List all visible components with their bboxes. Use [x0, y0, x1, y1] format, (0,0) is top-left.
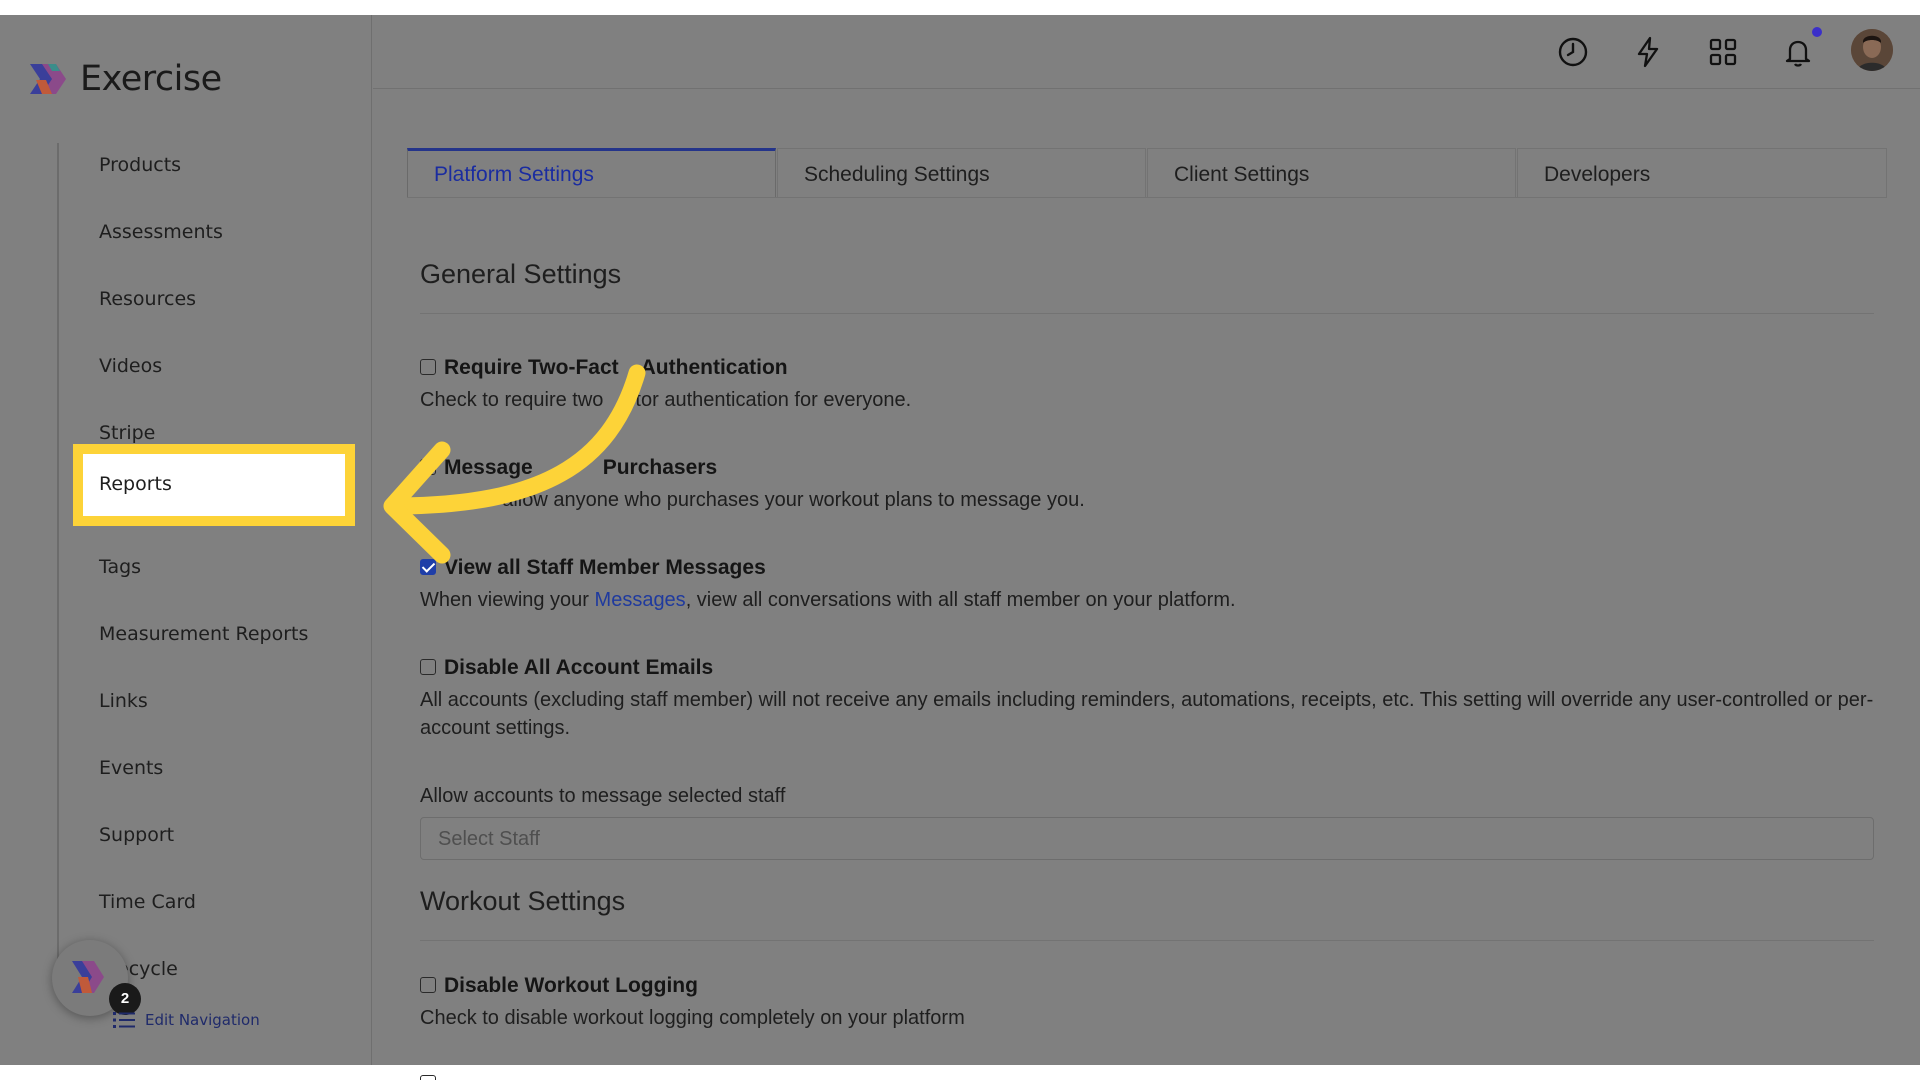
sidebar-item-reports[interactable]: Reports: [73, 444, 355, 526]
app-name: Exercise: [80, 59, 222, 99]
sidebar-item-stripe[interactable]: Stripe: [99, 421, 155, 445]
nav-rail: [57, 143, 59, 993]
tab-developers[interactable]: Developers: [1517, 148, 1887, 198]
brand[interactable]: Exercise: [26, 58, 222, 100]
sidebar-item-support[interactable]: Support: [99, 823, 174, 847]
avatar[interactable]: [1851, 29, 1893, 71]
partial-checkbox[interactable]: [420, 1075, 436, 1080]
grid-icon[interactable]: [1706, 35, 1740, 69]
brand-logo-icon: [72, 961, 104, 993]
setting-description-pre: When viewing your: [420, 589, 595, 611]
messages-link[interactable]: Messages: [595, 589, 686, 611]
sidebar: Exercise Products Assessments Resources …: [0, 15, 372, 1065]
sidebar-item-measurement-reports[interactable]: Measurement Reports: [99, 622, 308, 646]
notification-dot: [1812, 27, 1822, 37]
select-staff-dropdown[interactable]: Select Staff: [420, 817, 1874, 860]
brand-logo-icon: [30, 64, 66, 94]
sidebar-item-assessments[interactable]: Assessments: [99, 220, 223, 244]
bell-icon[interactable]: [1781, 35, 1815, 69]
edit-navigation-label: Edit Navigation: [145, 1011, 260, 1029]
edit-navigation-link[interactable]: Edit Navigation: [113, 1011, 260, 1029]
disable-workout-logging-checkbox[interactable]: [420, 977, 436, 993]
staff-field-label: Allow accounts to message selected staff: [420, 785, 786, 807]
tab-platform-settings[interactable]: Platform Settings: [407, 148, 776, 198]
clock-icon[interactable]: [1556, 35, 1590, 69]
sidebar-item-time-card[interactable]: Time Card: [99, 890, 196, 914]
disable-emails-checkbox[interactable]: [420, 659, 436, 675]
setting-title: Disable Workout Logging: [444, 974, 698, 997]
setting-description: When viewing your Messages, view all con…: [420, 586, 1880, 614]
settings-tabs: Platform Settings Scheduling Settings Cl…: [407, 148, 1887, 198]
sidebar-item-tags[interactable]: Tags: [99, 555, 141, 579]
sidebar-item-links[interactable]: Links: [99, 689, 148, 713]
setting-description-post: , view all conversations with all staff …: [685, 589, 1236, 611]
app-window: Exercise Products Assessments Resources …: [0, 15, 1920, 1080]
user-avatar-icon: [1851, 29, 1893, 71]
partially-visible-setting: [420, 1075, 720, 1080]
section-title-workout: Workout Settings: [420, 886, 626, 916]
sidebar-item-videos[interactable]: Videos: [99, 354, 162, 378]
tab-client-settings[interactable]: Client Settings: [1147, 148, 1516, 198]
tabs-divider: [407, 197, 1887, 198]
lightning-icon[interactable]: [1631, 35, 1665, 69]
sidebar-item-events[interactable]: Events: [99, 756, 163, 780]
annotation-arrow-icon: [383, 364, 646, 564]
section-divider: [420, 313, 1874, 314]
sidebar-item-resources[interactable]: Resources: [99, 287, 196, 311]
setting-description: All accounts (excluding staff member) wi…: [420, 689, 1874, 739]
sidebar-item-products[interactable]: Products: [99, 153, 181, 177]
sidebar-item-label: Reports: [99, 473, 172, 495]
tab-scheduling-settings[interactable]: Scheduling Settings: [777, 148, 1146, 198]
top-header: [373, 15, 1920, 89]
section-divider: [420, 940, 1874, 941]
section-title-general: General Settings: [420, 259, 622, 289]
setting-description: Check to disable workout logging complet…: [420, 1007, 965, 1029]
list-icon: [113, 1012, 135, 1028]
setting-title: Disable All Account Emails: [444, 656, 714, 679]
